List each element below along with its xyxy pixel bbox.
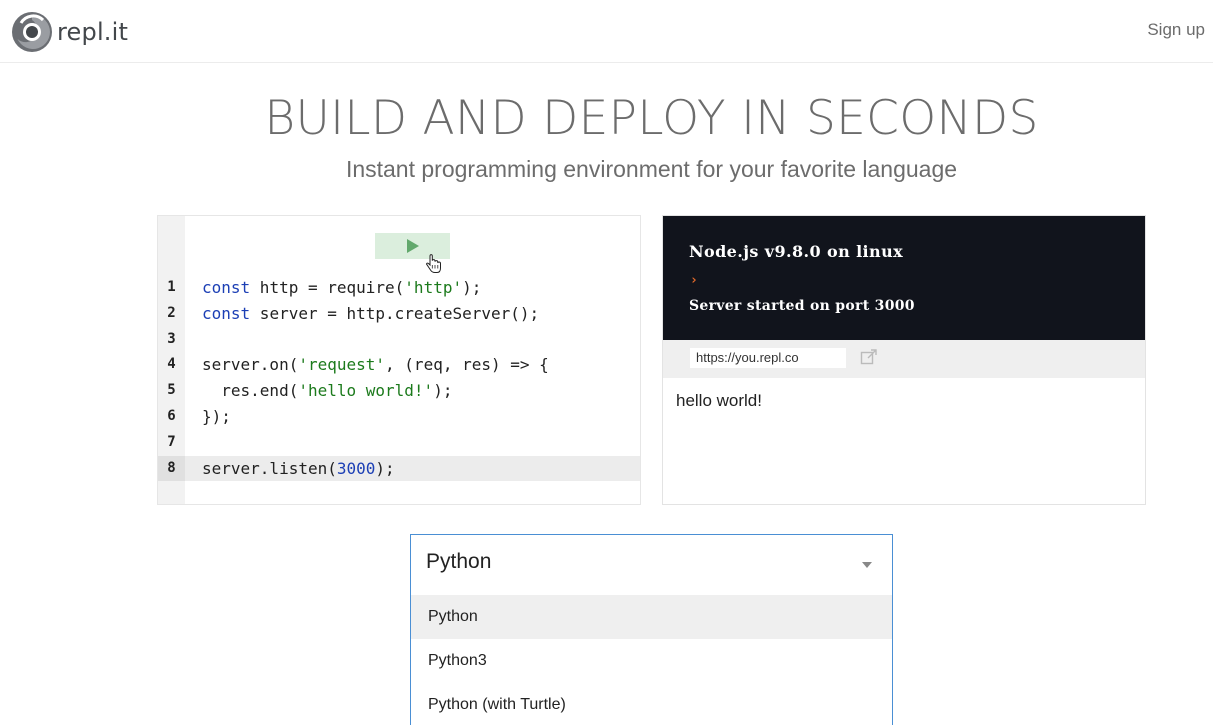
chevron-down-icon[interactable] (862, 562, 872, 568)
hero-title: BUILD AND DEPLOY IN SECONDS (264, 91, 1039, 146)
code-token: const (202, 303, 251, 323)
replit-logo-icon (12, 12, 52, 52)
hero-subtitle: Instant programming environment for your… (345, 156, 958, 182)
code-token: ); (375, 458, 395, 478)
code-token: 'http' (404, 278, 463, 297)
line-number: 3 (167, 330, 176, 347)
code-text: res.end('hello world!'); (202, 378, 452, 404)
code-line[interactable]: 7 (158, 430, 640, 456)
line-number: 5 (167, 382, 176, 399)
language-select-value[interactable]: Python (426, 550, 491, 574)
code-token: ); (462, 278, 482, 297)
code-line[interactable]: 1 const http = require('http'); (158, 275, 640, 301)
console-log-line: Server started on port 3000 (689, 298, 915, 314)
line-number: 8 (158, 455, 185, 482)
code-text: const server = http.createServer(); (202, 301, 539, 327)
code-token: const (202, 278, 251, 297)
code-line[interactable]: 2 const server = http.createServer(); (158, 301, 640, 327)
console-prompt: › (690, 273, 698, 288)
code-line[interactable]: 3 (158, 327, 640, 353)
output-panel: Node.js v9.8.0 on linux › Server started… (662, 215, 1146, 505)
line-number: 4 (167, 356, 176, 373)
pointer-cursor-icon (425, 254, 441, 273)
url-bar (663, 340, 1145, 378)
line-number: 1 (167, 279, 176, 295)
code-text: }); (202, 404, 231, 430)
language-select[interactable]: Python Python Python3 Python (with Turtl… (410, 534, 893, 725)
language-option[interactable]: Python (411, 595, 892, 639)
code-token: ); (433, 381, 453, 401)
logo[interactable]: repl.it (11, 11, 128, 53)
code-token: , (req, res) => { (385, 355, 549, 375)
code-token: server.listen( (202, 458, 337, 478)
line-number: 7 (167, 433, 176, 450)
code-line[interactable]: 8 server.listen(3000); (158, 455, 640, 482)
code-line[interactable]: 6}); (158, 404, 640, 430)
code-token: res.end( (202, 381, 299, 401)
external-link-icon[interactable] (860, 348, 878, 366)
code-editor[interactable]: 1 const http = require('http'); 2 const ser… (157, 215, 641, 505)
webview-output: hello world! (676, 391, 762, 410)
console-title: Node.js v9.8.0 on linux (689, 242, 904, 261)
code-text: const http = require('http'); (202, 275, 481, 301)
code-token: }); (202, 406, 231, 426)
code-token: http = require( (250, 278, 405, 297)
code-token: server = http.createServer(); (250, 303, 540, 323)
code-token: 'request' (298, 355, 386, 375)
language-option[interactable]: Python (with Turtle) (411, 683, 892, 727)
url-field[interactable] (690, 348, 846, 368)
play-icon (407, 239, 419, 253)
code-token: 'hello world!' (298, 381, 434, 401)
console[interactable]: Node.js v9.8.0 on linux › Server started… (663, 216, 1145, 340)
code-line[interactable]: 4 server.on('request', (req, res) => { (158, 352, 640, 378)
code-token: 3000 (336, 458, 376, 478)
signup-link[interactable]: Sign up (1147, 20, 1205, 40)
language-option[interactable]: Python3 (411, 639, 892, 683)
code-line[interactable]: 5 res.end('hello world!'); (158, 378, 640, 404)
logo-text: repl.it (57, 18, 129, 46)
code-text: server.on('request', (req, res) => { (202, 352, 549, 378)
code-area[interactable]: 1 const http = require('http'); 2 const ser… (158, 275, 640, 482)
top-header: repl.it Sign up (0, 0, 1213, 63)
line-number: 2 (167, 304, 176, 321)
line-number: 6 (167, 407, 176, 424)
code-token: server.on( (202, 355, 299, 375)
code-text: server.listen(3000); (202, 456, 395, 482)
